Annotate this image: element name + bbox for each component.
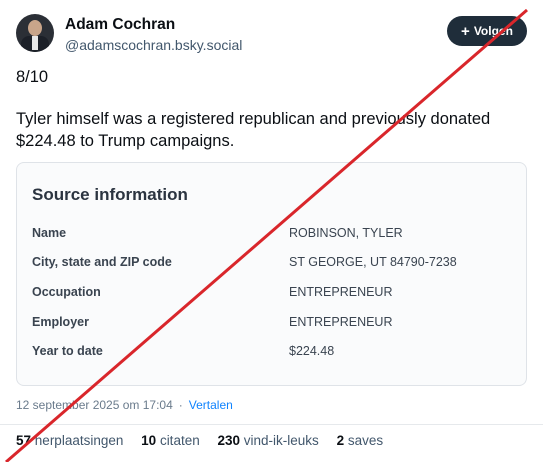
info-row-year-to-date: Year to date $224.48 [32,344,512,364]
quotes-count: 10 [141,433,157,448]
info-value: ENTREPRENEUR [289,315,393,329]
post-text-line-2: Tyler himself was a registered republica… [16,110,491,150]
source-information-card[interactable]: Source information Name ROBINSON, TYLER … [16,162,527,386]
avatar-head [28,20,42,36]
info-row-location: City, state and ZIP code ST GEORGE, UT 8… [32,255,512,275]
likes-label: vind-ik-leuks [243,433,319,448]
card-title: Source information [32,185,188,204]
saves-count: 2 [336,433,345,448]
quotes-label: citaten [159,433,200,448]
info-row-employer: Employer ENTREPRENEUR [32,315,512,335]
meta-separator: · [178,398,183,412]
post-header: Adam Cochran @adamscochran.bsky.social +… [16,14,527,56]
plus-icon: + [461,22,470,40]
author-name[interactable]: Adam Cochran [65,16,175,34]
reposts-count: 57 [16,433,32,448]
likes-stat[interactable]: 230 vind-ik-leuks [217,433,318,448]
likes-count: 230 [217,433,241,448]
post-text-line-1: 8/10 [16,68,49,86]
engagement-stats: 57 herplaatsingen 10 citaten 230 vind-ik… [16,433,397,448]
avatar[interactable] [16,14,54,52]
translate-link[interactable]: Vertalen [189,398,233,412]
reposts-label: herplaatsingen [34,433,124,448]
info-value: ROBINSON, TYLER [289,226,403,240]
quotes-stat[interactable]: 10 citaten [141,433,200,448]
avatar-shirt [32,36,38,50]
follow-button[interactable]: + Volgen [447,16,527,46]
follow-button-label: Volgen [473,24,513,38]
reposts-stat[interactable]: 57 herplaatsingen [16,433,123,448]
info-label: Employer [32,315,89,329]
author-handle[interactable]: @adamscochran.bsky.social [65,37,242,53]
info-label: City, state and ZIP code [32,255,172,269]
info-value: ST GEORGE, UT 84790-7238 [289,255,457,269]
saves-stat[interactable]: 2 saves [337,433,384,448]
info-label: Year to date [32,344,103,358]
divider [0,424,543,425]
info-row-occupation: Occupation ENTREPRENEUR [32,285,512,305]
info-label: Name [32,226,67,240]
info-row-name: Name ROBINSON, TYLER [32,226,512,246]
info-label: Occupation [32,285,101,299]
saves-label: saves [347,433,384,448]
post-meta: 12 september 2025 om 17:04 · Vertalen [16,398,233,412]
info-value: $224.48 [289,344,335,358]
info-value: ENTREPRENEUR [289,285,393,299]
post-timestamp[interactable]: 12 september 2025 om 17:04 [16,398,173,412]
